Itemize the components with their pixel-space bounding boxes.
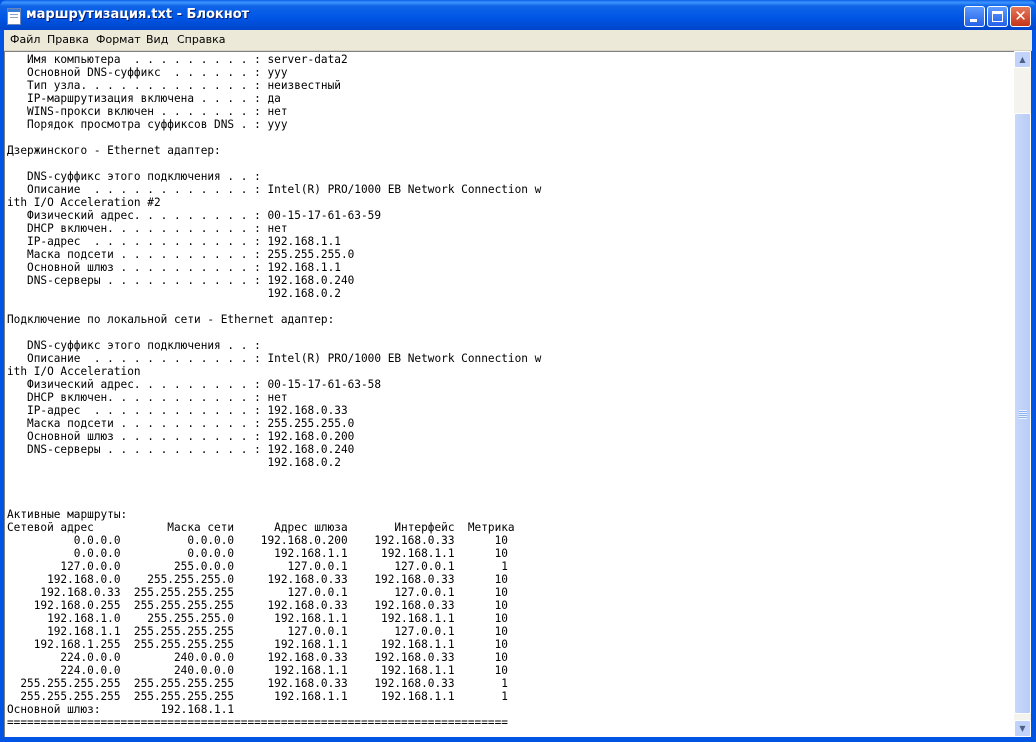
scroll-up-button[interactable]: ▲ (1014, 51, 1031, 68)
menu-format[interactable]: Формат (96, 33, 141, 46)
menu-view[interactable]: Вид (146, 33, 168, 46)
menu-file[interactable]: Файл (10, 33, 40, 46)
minimize-icon (970, 19, 977, 22)
document-text[interactable]: Имя компьютера . . . . . . . . . : serve… (7, 53, 541, 729)
menu-bar: Файл Правка Формат Вид Справка (4, 30, 1032, 51)
scroll-down-button[interactable]: ▼ (1014, 720, 1031, 737)
chevron-up-icon: ▲ (1019, 55, 1026, 64)
scrollbar-thumb[interactable] (1014, 113, 1031, 714)
maximize-button[interactable] (987, 6, 1008, 27)
minimize-button[interactable] (964, 6, 985, 27)
grip-icon (1019, 410, 1027, 419)
close-button[interactable]: ✕ (1010, 6, 1031, 27)
menu-edit[interactable]: Правка (47, 33, 89, 46)
maximize-icon (992, 11, 1003, 22)
text-editor-area[interactable]: Имя компьютера . . . . . . . . . : serve… (4, 51, 1014, 737)
window-title: маршрутизация.txt - Блокнот (26, 7, 250, 22)
title-bar[interactable]: маршрутизация.txt - Блокнот ✕ (0, 0, 1036, 30)
menu-help[interactable]: Справка (177, 33, 225, 46)
notepad-icon[interactable] (7, 8, 21, 25)
chevron-down-icon: ▼ (1019, 724, 1026, 733)
notepad-window: маршрутизация.txt - Блокнот ✕ Файл Правк… (0, 0, 1036, 742)
close-icon: ✕ (1014, 7, 1027, 25)
vertical-scrollbar[interactable]: ▲ ▼ (1014, 51, 1031, 737)
